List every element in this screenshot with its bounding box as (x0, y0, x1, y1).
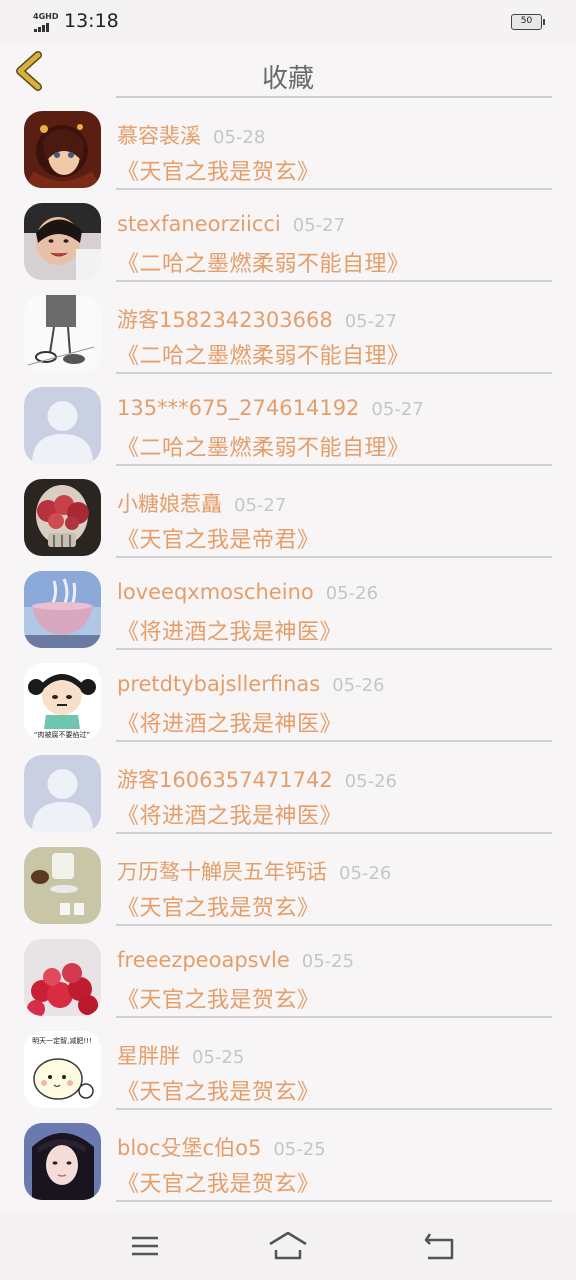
favorite-date: 05-26 (332, 675, 385, 696)
name-row: bloc殳堡c伯o5 05-25 (117, 1132, 326, 1162)
user-name[interactable]: 星胖胖 (117, 1044, 180, 1068)
avatar[interactable] (24, 387, 101, 464)
list-item[interactable]: freeezpeoapsvle 05-25 《天官之我是贺玄》 (0, 924, 576, 1018)
network-type: 4GHD (33, 12, 59, 21)
user-name[interactable]: 小糖娘惹矗 (117, 492, 222, 516)
favorite-date: 05-25 (301, 951, 355, 972)
avatar[interactable] (24, 755, 101, 832)
favorite-date: 05-27 (292, 215, 346, 236)
name-row: 星胖胖 05-25 (117, 1040, 244, 1070)
list-item[interactable]: 游客1606357471742 05-26 《将进酒之我是神医》 (0, 740, 576, 834)
favorite-date: 05-28 (213, 127, 266, 148)
favorite-date: 05-26 (339, 863, 392, 884)
network-signal-icon: 4GHD (33, 12, 61, 32)
avatar[interactable] (24, 939, 101, 1016)
avatar[interactable] (24, 111, 101, 188)
name-row: loveeqxmoscheino 05-26 (117, 580, 378, 604)
list-item[interactable]: 慕容裴溪 05-28 《天官之我是贺玄》 (0, 96, 576, 190)
avatar[interactable] (24, 847, 101, 924)
name-row: freeezpeoapsvle 05-25 (117, 948, 354, 972)
user-name[interactable]: 慕容裴溪 (117, 124, 201, 148)
favorite-date: 05-27 (234, 495, 287, 516)
user-name[interactable]: 万历骜十觯昃五年钙话 (117, 860, 327, 884)
book-title[interactable]: 《将进酒之我是神医》 (117, 614, 342, 646)
list-item[interactable]: 小糖娘惹矗 05-27 《天官之我是帝君》 (0, 464, 576, 558)
book-title[interactable]: 《将进酒之我是神医》 (117, 706, 342, 738)
user-name[interactable]: 游客1582342303668 (117, 308, 333, 332)
list-item[interactable]: 明天一定智,减肥!!! 星胖胖 05-25 《天官之我是贺玄》 (0, 1016, 576, 1110)
list-item[interactable]: loveeqxmoscheino 05-26 《将进酒之我是神医》 (0, 556, 576, 650)
book-title[interactable]: 《天官之我是贺玄》 (117, 1166, 320, 1198)
book-title[interactable]: 《天官之我是贺玄》 (117, 982, 320, 1014)
user-name[interactable]: pretdtybajsllerfinas (117, 672, 320, 696)
status-time: 13:18 (64, 10, 119, 32)
status-bar: 4GHD 13:18 50 (0, 0, 576, 44)
svg-text:明天一定智,减肥!!!: 明天一定智,减肥!!! (32, 1036, 92, 1045)
menu-icon[interactable] (125, 1230, 165, 1262)
name-row: 小糖娘惹矗 05-27 (117, 488, 286, 518)
list-item[interactable]: 万历骜十觯昃五年钙话 05-26 《天官之我是贺玄》 (0, 832, 576, 926)
avatar[interactable] (24, 1123, 101, 1200)
user-name[interactable]: stexfaneorziicci (117, 212, 281, 236)
favorites-list[interactable]: 慕容裴溪 05-28 《天官之我是贺玄》 stexfaneorziicci 05-2… (0, 96, 576, 1212)
list-item[interactable]: “肉被腐不要掐过” pretdtybajsllerfinas 05-26 《将进酒… (0, 648, 576, 742)
list-item[interactable]: 游客1582342303668 05-27 《二哈之墨燃柔弱不能自理》 (0, 280, 576, 374)
user-name[interactable]: 游客1606357471742 (117, 768, 333, 792)
list-item[interactable]: bloc殳堡c伯o5 05-25 《天官之我是贺玄》 (0, 1108, 576, 1202)
app-header: 收藏 (0, 44, 576, 96)
avatar[interactable] (24, 295, 101, 372)
name-row: 游客1582342303668 05-27 (117, 304, 397, 334)
back-arrow-icon[interactable] (420, 1230, 460, 1262)
name-row: 万历骜十觯昃五年钙话 05-26 (117, 856, 391, 886)
name-row: 游客1606357471742 05-26 (117, 764, 397, 794)
name-row: pretdtybajsllerfinas 05-26 (117, 672, 385, 696)
list-item[interactable]: stexfaneorziicci 05-27 《二哈之墨燃柔弱不能自理》 (0, 188, 576, 282)
avatar[interactable]: 明天一定智,减肥!!! (24, 1031, 101, 1108)
favorite-date: 05-25 (192, 1047, 245, 1068)
book-title[interactable]: 《天官之我是贺玄》 (117, 890, 320, 922)
svg-text:“肉被腐不要掐过”: “肉被腐不要掐过” (34, 730, 90, 739)
avatar[interactable] (24, 479, 101, 556)
name-row: 慕容裴溪 05-28 (117, 120, 265, 150)
avatar[interactable] (24, 571, 101, 648)
home-icon[interactable] (268, 1230, 308, 1262)
page-title: 收藏 (261, 64, 314, 94)
book-title[interactable]: 《二哈之墨燃柔弱不能自理》 (117, 246, 410, 278)
name-row: 135***675_274614192 05-27 (117, 396, 424, 420)
user-name[interactable]: loveeqxmoscheino (117, 580, 314, 604)
battery-icon: 50 (511, 14, 545, 30)
avatar[interactable] (24, 203, 101, 280)
book-title[interactable]: 《天官之我是帝君》 (117, 522, 320, 554)
favorite-date: 05-27 (344, 311, 398, 332)
book-title[interactable]: 《天官之我是贺玄》 (117, 154, 320, 186)
user-name[interactable]: freeezpeoapsvle (117, 948, 290, 972)
list-item[interactable]: 135***675_274614192 05-27 《二哈之墨燃柔弱不能自理》 (0, 372, 576, 466)
avatar[interactable]: “肉被腐不要掐过” (24, 663, 101, 740)
divider (116, 1200, 552, 1202)
favorite-date: 05-27 (371, 399, 424, 420)
book-title[interactable]: 《二哈之墨燃柔弱不能自理》 (117, 338, 410, 370)
favorite-date: 05-26 (325, 583, 379, 604)
name-row: stexfaneorziicci 05-27 (117, 212, 345, 236)
book-title[interactable]: 《天官之我是贺玄》 (117, 1074, 320, 1106)
user-name[interactable]: 135***675_274614192 (117, 396, 359, 420)
user-name[interactable]: bloc殳堡c伯o5 (117, 1136, 261, 1160)
book-title[interactable]: 《将进酒之我是神医》 (117, 798, 342, 830)
book-title[interactable]: 《二哈之墨燃柔弱不能自理》 (117, 430, 410, 462)
favorite-date: 05-25 (273, 1139, 326, 1160)
system-nav-bar (0, 1212, 576, 1280)
favorite-date: 05-26 (344, 771, 398, 792)
